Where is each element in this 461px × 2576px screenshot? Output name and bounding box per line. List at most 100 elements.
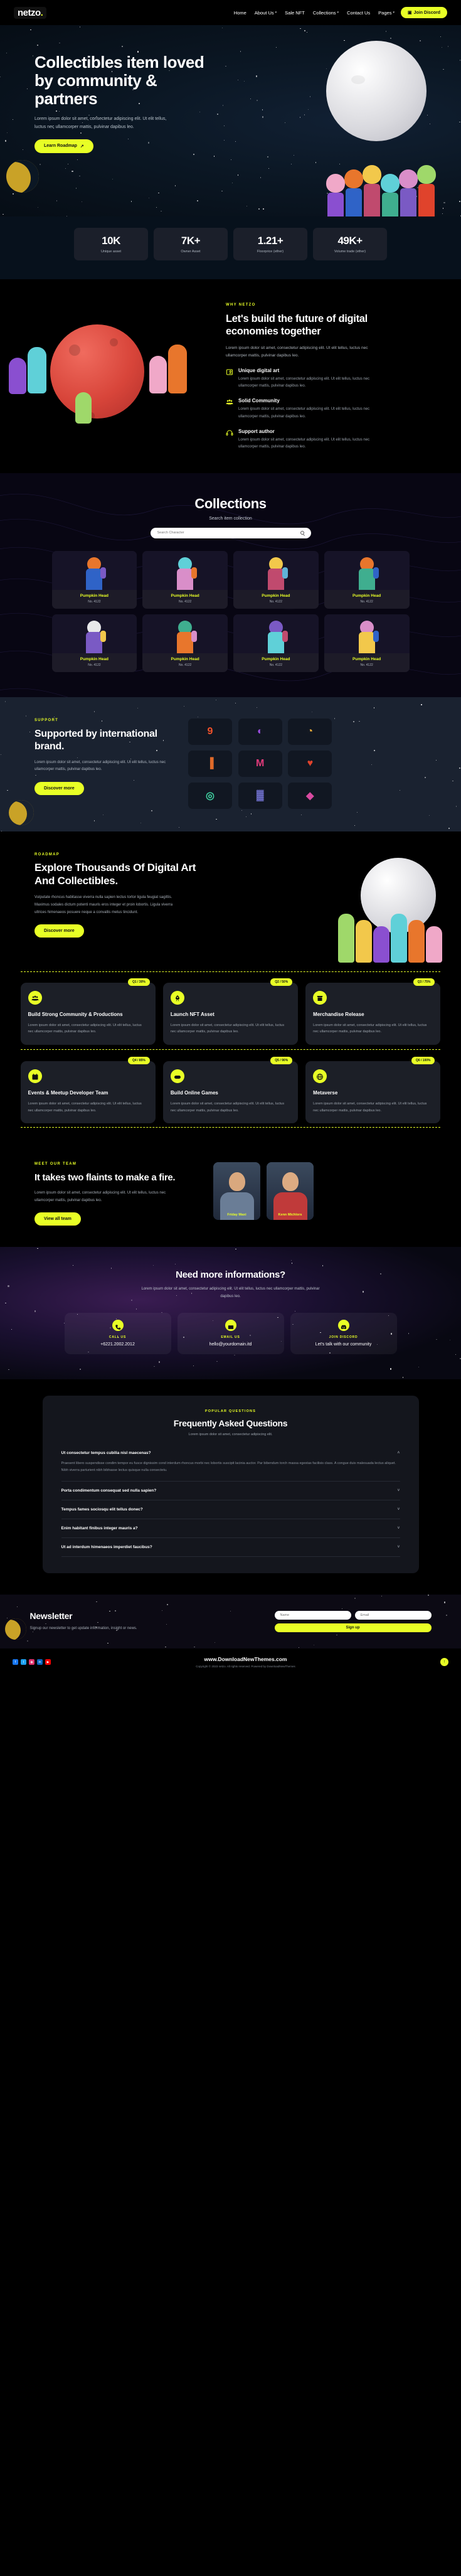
brand-logo-7[interactable]: ◎ xyxy=(188,783,232,809)
faq-question-header[interactable]: Enim habitant finibus integer mauris a? ˅ xyxy=(61,1526,400,1531)
newsletter-email-input[interactable] xyxy=(355,1611,432,1620)
brand-glyph: ◆ xyxy=(306,789,314,802)
info-text: Lorem ipsum dolor sit amet, consectetur … xyxy=(137,1286,325,1300)
brand-logo-2[interactable]: ◐ xyxy=(238,719,282,745)
support-discover-button[interactable]: Discover more xyxy=(34,782,84,795)
nav-item-sale-nft[interactable]: Sale NFT xyxy=(285,10,305,16)
learn-roadmap-button[interactable]: Learn Roadmap ↗ xyxy=(34,139,93,153)
collection-artwork xyxy=(52,551,137,590)
instagram-icon[interactable]: ◉ xyxy=(29,1659,34,1665)
brand-glyph: ♥ xyxy=(307,758,314,769)
explore-character xyxy=(426,926,442,963)
faq-question-header[interactable]: Porta condimentum consequat sed nulla sa… xyxy=(61,1488,400,1493)
collection-card[interactable]: Pumpkin Head No. 4122 xyxy=(142,614,228,672)
newsletter-content: Newsletter Signup our newsletter to get … xyxy=(30,1611,432,1632)
mail-icon xyxy=(225,1320,236,1331)
brand-logo-9[interactable]: ◆ xyxy=(288,783,332,809)
support-discover-label: Discover more xyxy=(44,786,75,791)
collection-search-bar[interactable] xyxy=(151,528,311,538)
roadmap-row-1: Q1 / 30% Build Strong Community & Product… xyxy=(21,983,441,1045)
faq-question-header[interactable]: Ut consectetur tempus cubilia nisl maece… xyxy=(61,1451,400,1455)
brand-logo-5[interactable]: M xyxy=(238,751,282,777)
team-member-card[interactable]: Friday Maxi xyxy=(213,1162,260,1220)
chevron-down-icon[interactable]: ˅ xyxy=(397,1488,400,1493)
collection-card[interactable]: Pumpkin Head No. 4122 xyxy=(233,614,319,672)
star xyxy=(156,207,157,208)
social-links: f t ◉ in ▶ xyxy=(13,1659,51,1665)
stat-label: Owner Asset xyxy=(181,250,200,254)
nav-item-contact-us[interactable]: Contact Us xyxy=(347,10,370,16)
nav-item-pages[interactable]: Pages ▾ xyxy=(378,10,395,16)
roadmap-card: Q5 / 90% Build Online Games Lorem ipsum do… xyxy=(163,1061,298,1123)
chevron-down-icon[interactable]: ˅ xyxy=(397,1507,400,1512)
collection-card[interactable]: Pumpkin Head No. 4122 xyxy=(142,551,228,609)
youtube-icon[interactable]: ▶ xyxy=(45,1659,51,1665)
nav-item-label: Sale NFT xyxy=(285,10,305,16)
twitter-icon[interactable]: t xyxy=(21,1659,26,1665)
roadmap-title: Metaverse xyxy=(313,1089,433,1096)
newsletter-form: Sign up xyxy=(275,1611,432,1632)
faq-question: Ut consectetur tempus cubilia nisl maece… xyxy=(61,1451,151,1455)
star xyxy=(291,1260,292,1261)
red-planet xyxy=(50,324,144,419)
join-discord-label: Join Discord xyxy=(414,11,440,15)
nft-accent xyxy=(282,567,288,579)
stat-label: Floorprice (ether) xyxy=(257,250,283,254)
nav-item-home[interactable]: Home xyxy=(234,10,246,16)
chevron-down-icon[interactable]: ˅ xyxy=(397,1545,400,1549)
team-member-card[interactable]: Kenn Michlors xyxy=(267,1162,314,1220)
collection-card[interactable]: Pumpkin Head No. 4122 xyxy=(52,551,137,609)
brand-logo-4[interactable]: ▐ xyxy=(188,751,232,777)
back-to-top-button[interactable]: ↑ xyxy=(440,1658,448,1666)
star xyxy=(8,1369,9,1370)
brand-logo-8[interactable]: ▓ xyxy=(238,783,282,809)
nav-item-collections[interactable]: Collections ▾ xyxy=(313,10,339,16)
newsletter-section: Newsletter Signup our newsletter to get … xyxy=(0,1595,461,1649)
faq-question-header[interactable]: Ut ad interdum himenaeos imperdiet fauci… xyxy=(61,1545,400,1549)
member-name: Kenn Michlors xyxy=(267,1213,314,1217)
team-section: MEET OUR TEAM It takes two flaints to ma… xyxy=(0,1148,461,1247)
brand-grid: 9 ◐ ◔ ▐ M ♥ ◎ ▓ ◆ xyxy=(188,719,332,809)
collection-meta: Pumpkin Head No. 4122 xyxy=(52,653,137,672)
team-member-cards: Friday Maxi Kenn Michlors xyxy=(213,1162,314,1220)
collection-card[interactable]: Pumpkin Head No. 4122 xyxy=(324,551,410,609)
collection-card[interactable]: Pumpkin Head No. 4122 xyxy=(324,614,410,672)
brand-logo-1[interactable]: 9 xyxy=(188,719,232,745)
collection-meta: Pumpkin Head No. 4122 xyxy=(142,653,228,672)
brand-glyph: ◔ xyxy=(307,726,313,737)
star xyxy=(444,1601,445,1603)
collection-meta: Pumpkin Head No. 4122 xyxy=(52,590,137,609)
discord-icon xyxy=(338,1320,349,1331)
collection-card[interactable]: Pumpkin Head No. 4122 xyxy=(52,614,137,672)
footer-site-name[interactable]: www.DownloadNewThemes.com xyxy=(51,1656,440,1662)
why-character xyxy=(28,347,46,393)
chevron-down-icon[interactable]: ˅ xyxy=(397,1526,400,1531)
newsletter-signup-button[interactable]: Sign up xyxy=(275,1623,432,1632)
collection-card[interactable]: Pumpkin Head No. 4122 xyxy=(233,551,319,609)
linkedin-icon[interactable]: in xyxy=(37,1659,43,1665)
roadmap-dashed-line-mid xyxy=(21,1049,440,1050)
info-card[interactable]: CALL US +6221.2002.2012 xyxy=(65,1313,171,1354)
search-input[interactable] xyxy=(157,531,300,535)
planet-crater xyxy=(176,398,185,408)
search-icon[interactable] xyxy=(300,531,304,535)
brand-logo-6[interactable]: ♥ xyxy=(288,751,332,777)
star xyxy=(374,750,375,751)
character-head xyxy=(363,165,381,184)
info-card[interactable]: JOIN DISCORD Let's talk with our communit… xyxy=(290,1313,397,1354)
newsletter-name-input[interactable] xyxy=(275,1611,351,1620)
nav-item-about-us[interactable]: About Us ▾ xyxy=(255,10,277,16)
hero-crescent-moon xyxy=(6,160,39,193)
faq-question-header[interactable]: Tempus fames sociosqu elit tellus donec?… xyxy=(61,1507,400,1512)
explore-discover-button[interactable]: Discover more xyxy=(34,924,84,938)
info-card-list: CALL US +6221.2002.2012 EMAIL US hello@your… xyxy=(0,1313,461,1354)
chevron-up-icon[interactable]: ˄ xyxy=(397,1451,400,1455)
view-all-team-button[interactable]: View all team xyxy=(34,1212,81,1226)
facebook-icon[interactable]: f xyxy=(13,1659,18,1665)
info-card[interactable]: EMAIL US hello@yourdomain.itd xyxy=(178,1313,284,1354)
site-logo[interactable]: netzo. xyxy=(14,7,46,19)
join-discord-button[interactable]: ▣ Join Discord xyxy=(401,7,447,18)
why-content: WHY NETZO Let's build the future of digi… xyxy=(226,298,414,451)
feature-title: Unique digital art xyxy=(238,368,375,373)
brand-logo-3[interactable]: ◔ xyxy=(288,719,332,745)
